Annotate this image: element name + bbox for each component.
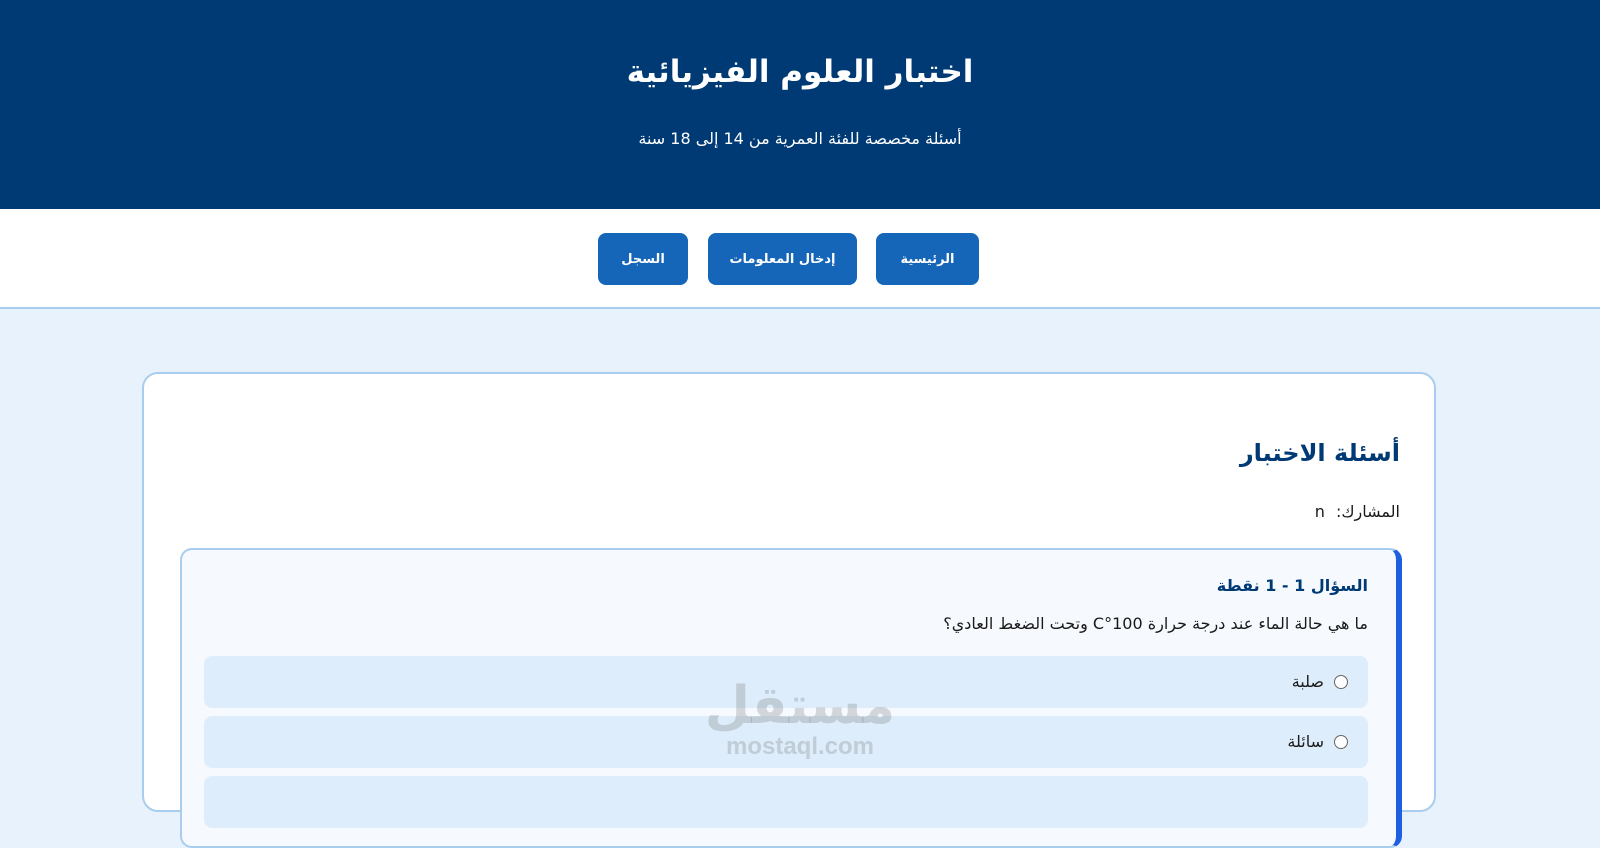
- site-header: اختبار العلوم الفيزيائية أسئلة مخصصة للف…: [0, 0, 1600, 209]
- question-card: السؤال 1 - 1 نقطة ما هي حالة الماء عند د…: [180, 548, 1402, 848]
- answer-option[interactable]: صلبة: [204, 656, 1368, 708]
- page-subtitle: أسئلة مخصصة للفئة العمرية من 14 إلى 18 س…: [638, 129, 962, 148]
- question-text: ما هي حالة الماء عند درجة حرارة 100°C وت…: [943, 614, 1368, 633]
- answer-option[interactable]: سائلة: [204, 716, 1368, 768]
- quiz-title: أسئلة الاختبار: [1239, 439, 1400, 467]
- nav-bar: الرئيسية إدخال المعلومات السجل: [0, 209, 1600, 309]
- answer-option-label: سائلة: [1287, 732, 1324, 751]
- participant-label: المشارك:: [1335, 502, 1400, 521]
- radio-button[interactable]: [1334, 735, 1348, 749]
- participant-info: المشارك: n: [1315, 500, 1400, 524]
- nav-input-info-button[interactable]: إدخال المعلومات: [708, 233, 857, 285]
- answer-option[interactable]: [204, 776, 1368, 828]
- nav-log-button[interactable]: السجل: [598, 233, 688, 285]
- answer-option-label: صلبة: [1291, 672, 1324, 691]
- radio-button[interactable]: [1334, 675, 1348, 689]
- quiz-card: أسئلة الاختبار المشارك: n السؤال 1 - 1 ن…: [142, 372, 1436, 848]
- question-header: السؤال 1 - 1 نقطة: [1216, 576, 1368, 595]
- participant-name: n: [1314, 502, 1325, 521]
- page-title: اختبار العلوم الفيزيائية: [626, 54, 974, 90]
- nav-home-button[interactable]: الرئيسية: [876, 233, 979, 285]
